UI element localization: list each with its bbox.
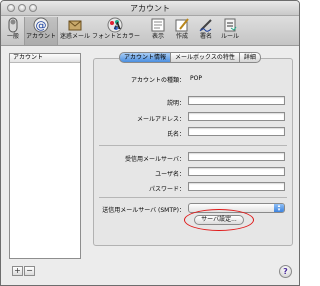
toolbar-label-fonts-colors: フォントとカラー (92, 33, 141, 40)
toolbar-label-viewing: 表示 (151, 33, 164, 40)
incoming-server-label: 受信用メールサーバ： (125, 156, 185, 163)
account-list-header: アカウント (10, 54, 80, 63)
email-field[interactable] (188, 112, 285, 121)
switch-icon (8, 17, 18, 33)
toolbar-item-viewing[interactable]: 表示 (149, 17, 167, 45)
description-field[interactable] (188, 96, 285, 105)
remove-account-button[interactable]: − (24, 266, 35, 276)
chevron-updown-icon: ▴ ▾ (274, 204, 284, 213)
preferences-window: アカウント 一般 @ アカウント 迷惑メール A フォントとカラー 表示 作成 … (0, 0, 300, 286)
tab-account-info[interactable]: アカウント情報 (119, 52, 172, 63)
toolbar-label-general: 一般 (6, 33, 19, 40)
display-icon (151, 18, 165, 32)
username-label: ユーザ名： (155, 171, 185, 178)
toolbar-label-accounts: アカウント (25, 33, 56, 40)
toolbar-item-composing[interactable]: 作成 (173, 17, 191, 45)
font-color-icon: A (107, 17, 123, 33)
email-label: メールアドレス： (136, 116, 185, 123)
toolbar-item-rules[interactable]: ルール (219, 17, 241, 45)
signature-icon (199, 19, 212, 32)
tab-advanced[interactable]: 詳細 (239, 52, 261, 63)
svg-text:@: @ (36, 19, 47, 32)
toolbar-item-accounts[interactable]: @ アカウント (24, 17, 58, 45)
svg-text:A: A (113, 22, 122, 32)
toolbar-label-rules: ルール (220, 33, 239, 40)
separator (99, 197, 287, 198)
tab-mailbox-behaviors[interactable]: メールボックスの特性 (171, 52, 240, 63)
toolbar-label-signatures: 署名 (199, 33, 212, 40)
toolbar-item-junk-mail[interactable]: 迷惑メール (59, 17, 91, 45)
full-name-field[interactable] (188, 127, 285, 136)
toolbar-label-composing: 作成 (175, 33, 188, 40)
toolbar-label-junk-mail: 迷惑メール (59, 33, 90, 40)
title-bar: アカウント (1, 1, 299, 16)
help-button[interactable]: ? (279, 265, 292, 278)
password-field[interactable] (188, 182, 285, 191)
toolbar-item-fonts-colors[interactable]: A フォントとカラー (92, 17, 141, 45)
toolbar-item-signatures[interactable]: 署名 (197, 17, 215, 45)
highlight-circle (184, 209, 254, 231)
junk-mail-icon (68, 20, 82, 31)
account-type-value: POP (190, 75, 202, 82)
account-list[interactable]: アカウント (9, 53, 81, 259)
rules-icon (224, 18, 237, 32)
separator (99, 145, 287, 146)
at-sign-icon: @ (33, 17, 49, 33)
toolbar: 一般 @ アカウント 迷惑メール A フォントとカラー 表示 作成 署名 ルール (1, 16, 299, 46)
description-label: 説明： (166, 100, 185, 107)
add-account-button[interactable]: + (12, 266, 23, 276)
outgoing-server-label: 送信用メールサーバ (SMTP)： (102, 207, 185, 214)
toolbar-item-general[interactable]: 一般 (3, 17, 23, 45)
incoming-server-field[interactable] (188, 152, 285, 161)
password-label: パスワード： (148, 186, 185, 193)
window-title: アカウント (130, 4, 170, 13)
username-field[interactable] (188, 167, 285, 176)
compose-icon (175, 18, 189, 32)
tab-bar: アカウント情報 メールボックスの特性 詳細 (119, 52, 261, 63)
account-type-label: アカウントの種類： (130, 77, 185, 84)
full-name-label: 氏名： (166, 131, 185, 138)
